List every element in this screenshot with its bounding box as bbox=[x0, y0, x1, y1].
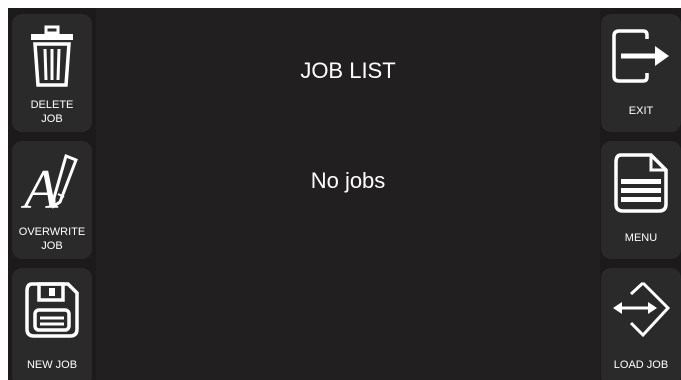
overwrite-job-button[interactable]: A OVERWRITE JOB bbox=[12, 141, 92, 259]
new-job-button[interactable]: NEW JOB bbox=[12, 268, 92, 380]
load-job-label: LOAD JOB bbox=[613, 359, 669, 371]
pen-a-icon: A bbox=[12, 147, 92, 219]
exit-icon bbox=[601, 20, 681, 92]
menu-button[interactable]: MENU bbox=[601, 141, 681, 259]
exit-label: EXIT bbox=[628, 105, 654, 117]
page-title: JOB LIST bbox=[300, 58, 396, 83]
delete-job-label: DELETE JOB bbox=[30, 99, 74, 125]
right-button-column: EXIT MENU LOAD JOB bbox=[601, 14, 681, 380]
screen: DELETE JOB A OVERWRITE JOB NEW JOB JOB L… bbox=[8, 8, 681, 380]
floppy-disk-icon bbox=[12, 274, 92, 346]
menu-label: MENU bbox=[624, 232, 658, 244]
document-menu-icon bbox=[601, 147, 681, 219]
job-list-panel: JOB LIST No jobs bbox=[96, 8, 600, 380]
trash-icon bbox=[12, 20, 92, 92]
load-job-button[interactable]: LOAD JOB bbox=[601, 268, 681, 380]
exit-button[interactable]: EXIT bbox=[601, 14, 681, 132]
new-job-label: NEW JOB bbox=[26, 359, 78, 371]
delete-job-button[interactable]: DELETE JOB bbox=[12, 14, 92, 132]
empty-list-message: No jobs bbox=[310, 168, 386, 193]
left-button-column: DELETE JOB A OVERWRITE JOB NEW JOB bbox=[12, 14, 92, 380]
load-arrow-icon bbox=[601, 274, 681, 346]
overwrite-job-label: OVERWRITE JOB bbox=[18, 226, 86, 252]
